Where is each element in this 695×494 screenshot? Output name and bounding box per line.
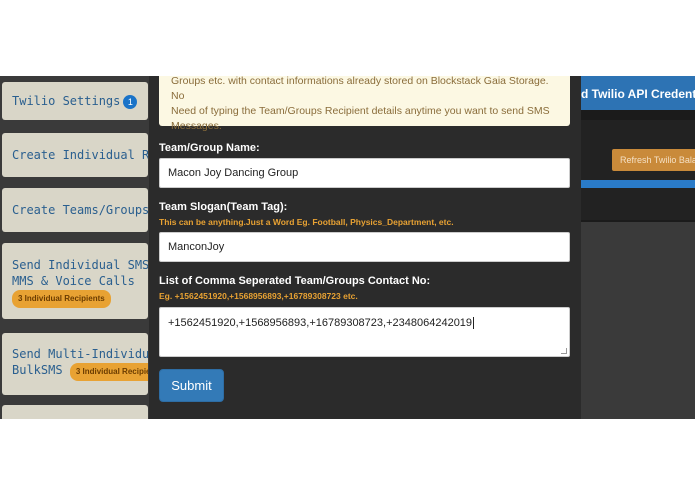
- sidebar-item-label: Twilio Settings: [12, 94, 121, 108]
- sidebar-item-create-teams-groups[interactable]: Create Teams/Groups: [2, 188, 148, 232]
- credentials-panel-title: d Twilio API Credentia: [581, 87, 695, 101]
- sidebar-item-label: BulkSMS 3 Individual Recipie: [12, 362, 148, 381]
- sidebar-item-send-multi-individual-bulksms[interactable]: Send Multi-Individual BulkSMS 3 Individu…: [2, 333, 148, 395]
- resize-handle-icon[interactable]: [561, 348, 567, 354]
- slogan-input[interactable]: ManconJoy: [159, 232, 570, 262]
- app-window: Twilio Settings1 Create Individual Recip…: [0, 76, 695, 419]
- recipient-count-pill: 3 Individual Recipients: [12, 290, 111, 308]
- submit-button[interactable]: Submit: [159, 369, 224, 402]
- slogan-label: Team Slogan(Team Tag):: [159, 201, 288, 213]
- contacts-hint: Eg. +1562451920,+1568956893,+16789308723…: [159, 291, 358, 301]
- sidebar-item-label: Send Multi-Individual: [12, 347, 148, 361]
- group-name-input[interactable]: Macon Joy Dancing Group: [159, 158, 570, 188]
- sidebar-item-label: Send Individual SMS, Me: [12, 258, 148, 272]
- sidebar-item-twilio-settings[interactable]: Twilio Settings 1: [2, 82, 148, 120]
- sidebar-item-label: Create Teams/Groups: [12, 203, 148, 217]
- info-alert: Groups etc. with contact informations al…: [159, 76, 570, 132]
- sidebar-item-send-individual-sms[interactable]: Send Individual SMS, Me MMS & Voice Call…: [2, 243, 148, 319]
- sidebar-item-label: MMS & Voice Calls: [12, 274, 135, 288]
- sidebar-item-create-individual-recipient[interactable]: Create Individual Recipie: [2, 133, 148, 177]
- notification-badge: 1: [123, 94, 138, 109]
- contacts-value: +1562451920,+1568956893,+16789308723,+23…: [168, 317, 473, 329]
- info-text: Need of typing the Team/Groups Recipient…: [171, 105, 550, 117]
- group-name-label: Team/Group Name:: [159, 142, 260, 154]
- sidebar-item-label: Create Individual Recipie: [12, 148, 148, 162]
- slogan-value: ManconJoy: [168, 241, 225, 253]
- recipient-count-pill: 3 Individual Recipie: [69, 363, 148, 381]
- slogan-hint: This can be anything.Just a Word Eg. Foo…: [159, 217, 454, 227]
- contacts-textarea[interactable]: +1562451920,+1568956893,+16789308723,+23…: [159, 307, 570, 357]
- info-text: Groups etc. with contact informations al…: [171, 76, 549, 102]
- info-text: Messages.: [171, 120, 222, 132]
- contacts-label: List of Comma Seperated Team/Groups Cont…: [159, 275, 431, 287]
- sidebar-item-more[interactable]: [2, 405, 148, 419]
- sidebar: Twilio Settings1 Create Individual Recip…: [0, 76, 150, 419]
- create-team-modal: Groups etc. with contact informations al…: [149, 76, 581, 419]
- refresh-balance-button[interactable]: Refresh Twilio Bala: [612, 149, 695, 171]
- text-cursor: [473, 317, 475, 330]
- credentials-panel-footer: [581, 222, 695, 419]
- group-name-value: Macon Joy Dancing Group: [168, 167, 299, 179]
